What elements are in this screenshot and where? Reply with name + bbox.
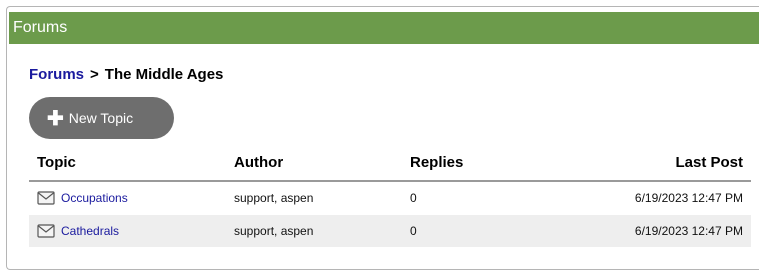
table-row: Cathedrals support, aspen 0 6/19/2023 12… bbox=[29, 215, 751, 248]
breadcrumb: Forums > The Middle Ages bbox=[29, 66, 223, 83]
replies-cell: 0 bbox=[410, 224, 417, 238]
breadcrumb-current: The Middle Ages bbox=[104, 66, 224, 83]
envelope-icon bbox=[37, 218, 55, 251]
author-cell: support, aspen bbox=[234, 224, 314, 238]
envelope-icon bbox=[37, 185, 55, 218]
replies-cell: 0 bbox=[410, 191, 417, 205]
column-header-topic[interactable]: Topic bbox=[37, 146, 76, 180]
topic-link[interactable]: Cathedrals bbox=[61, 224, 119, 238]
new-topic-label: New Topic bbox=[68, 110, 134, 126]
column-header-replies[interactable]: Replies bbox=[410, 146, 463, 180]
plus-icon: ✚ bbox=[47, 108, 64, 130]
table-header-row: Topic Author Replies Last Post bbox=[29, 146, 751, 182]
topic-link[interactable]: Occupations bbox=[61, 191, 128, 205]
panel-title: Forums bbox=[13, 19, 68, 36]
column-header-last-post[interactable]: Last Post bbox=[675, 146, 743, 180]
table-row: Occupations support, aspen 0 6/19/2023 1… bbox=[29, 182, 751, 215]
breadcrumb-separator: > bbox=[90, 66, 99, 83]
topics-table: Topic Author Replies Last Post Occupatio… bbox=[29, 146, 751, 248]
new-topic-button[interactable]: ✚ New Topic bbox=[29, 97, 174, 139]
last-post-cell: 6/19/2023 12:47 PM bbox=[634, 191, 743, 205]
panel-header: Forums bbox=[9, 12, 759, 44]
breadcrumb-forums-link[interactable]: Forums bbox=[29, 66, 84, 83]
topic-cell: Occupations bbox=[37, 182, 128, 218]
author-cell: support, aspen bbox=[234, 191, 314, 205]
column-header-author[interactable]: Author bbox=[234, 146, 283, 180]
topic-cell: Cathedrals bbox=[37, 215, 119, 251]
last-post-cell: 6/19/2023 12:47 PM bbox=[634, 224, 743, 238]
